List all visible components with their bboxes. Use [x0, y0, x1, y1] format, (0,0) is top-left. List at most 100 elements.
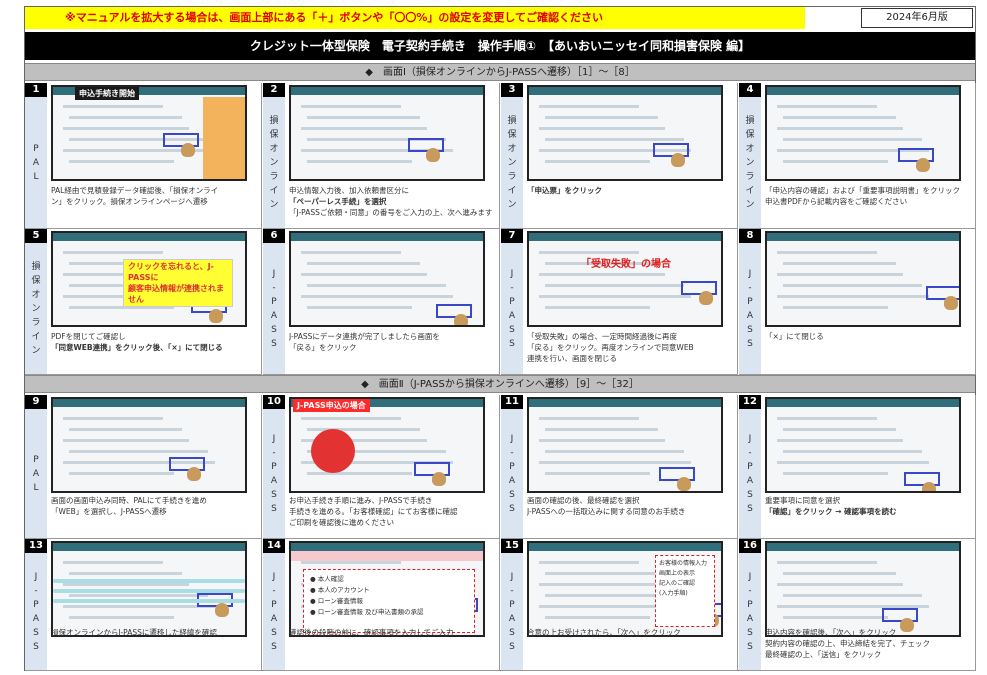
screenshot-header-bar: [291, 87, 483, 95]
step-caption: 損保オンラインからJ-PASSに遷移した経緯を確認: [51, 627, 257, 638]
screenshot-text-line: [539, 273, 665, 276]
step-caption: お申込手続き手順に進み、J-PASSで手続き 手続きを進める。「お客様確認」にてお…: [289, 495, 495, 528]
step-number: 1: [25, 83, 47, 97]
system-label-char: -: [34, 585, 38, 596]
system-label-char: -: [510, 282, 514, 293]
system-label-char: J: [510, 571, 514, 582]
system-label-char: オ: [31, 289, 41, 300]
screenshot-text-line: [69, 428, 182, 431]
system-label-char: S: [33, 641, 39, 652]
caption-line: 「確認」をクリック → 確認事項を読む: [765, 507, 897, 516]
fail-heading: 「受取失敗」の場合: [581, 259, 671, 270]
confirmation-item: ● 本人のアカウント: [310, 586, 370, 594]
screenshot-text-line: [307, 262, 420, 265]
caption-line: 画面の画面申込み同時、PALにて手続きを進め: [51, 496, 207, 505]
system-label-char: P: [747, 599, 753, 610]
screenshot-text-line: [539, 295, 691, 298]
screenshot-text-line: [539, 461, 691, 464]
screenshot-text-line: [545, 138, 684, 141]
step-tag: J-PASS申込の場合: [293, 399, 370, 412]
system-label-char: A: [746, 475, 754, 486]
screenshot-text-line: [307, 472, 412, 475]
system-label-char: P: [33, 454, 39, 465]
system-label-char: イ: [269, 185, 279, 196]
system-label-char: S: [271, 627, 277, 638]
step-screenshot: [527, 397, 723, 493]
section-header-1: ◆ 画面Ⅰ（損保オンラインからJ-PASSへ遷移）［1］～［8］: [25, 63, 975, 81]
step-caption: 確認後の段階の前に、確認事項を入力してご入力: [289, 627, 495, 638]
caption-line: 手続きを進める。「お客様確認」にてお客様に確認: [289, 507, 458, 516]
system-label-char: S: [747, 503, 753, 514]
step-system-label: J-PASS: [739, 243, 761, 374]
system-label-char: P: [509, 599, 515, 610]
caption-line: 申込情報入力後、加入依頼書区分に: [289, 186, 409, 195]
system-label-char: S: [509, 324, 515, 335]
screenshot-text-line: [777, 105, 877, 108]
system-label-char: A: [746, 613, 754, 624]
step-cell-5: 5 損保オンラインクリックを忘れると、J-PASSに 顧客申込情報が連携されません P…: [25, 229, 262, 375]
screenshot-text-line: [539, 583, 665, 586]
caption-line: 申込書PDFから記載内容をご確認ください: [765, 197, 908, 206]
screenshot-text-line: [545, 572, 658, 575]
system-label-char: J: [510, 433, 514, 444]
screenshot-text-line: [301, 273, 427, 276]
callout-line: 画面上の表示: [659, 570, 696, 577]
system-label-char: S: [747, 324, 753, 335]
step-screenshot: [51, 397, 247, 493]
system-label-char: P: [271, 599, 277, 610]
caption-line: 「戻る」をクリック。再度オンラインで同意WEB: [527, 343, 694, 352]
step-number: 3: [501, 83, 523, 97]
caption-line: 連携を行い、画面を閉じる: [527, 354, 617, 363]
system-label-char: -: [272, 282, 276, 293]
system-label-char: S: [271, 641, 277, 652]
step-system-label: 損保オンライン: [739, 97, 761, 228]
screenshot-text-line: [301, 561, 401, 564]
hand-pointer-icon: [916, 158, 930, 172]
screenshot-text-line: [545, 284, 684, 287]
step-number: 10: [263, 395, 285, 409]
system-label-char: S: [509, 338, 515, 349]
date-label: 2024年6月版: [861, 8, 973, 28]
system-label-char: S: [747, 627, 753, 638]
step-number: 14: [263, 539, 285, 553]
screenshot-text-line: [777, 583, 903, 586]
hand-pointer-icon: [677, 477, 691, 491]
step-caption: 画面の確認の後、最終確認を選択 J-PASSへの一括取込みに関する同意のお手続き: [527, 495, 733, 517]
screenshot-text-line: [307, 160, 412, 163]
system-label-char: A: [508, 475, 516, 486]
system-label-char: A: [32, 468, 40, 479]
decorative-wave: [53, 579, 245, 583]
screenshot-text-line: [545, 160, 650, 163]
step-cell-10: 10 J - P A S S J-PASS申込の場合 お申込手続き手順に進み、J-PASSで手続…: [263, 395, 500, 539]
system-label-char: S: [509, 641, 515, 652]
system-label-char: P: [747, 461, 753, 472]
caption-line: 「同意WEB連携」をクリック後、「×」にて閉じる: [51, 343, 223, 352]
caption-line: 契約内容の確認の上、申込締結を完了、チェック: [765, 639, 930, 648]
screenshot-text-line: [783, 116, 896, 119]
screenshot-text-line: [545, 116, 658, 119]
screenshot-text-line: [539, 105, 639, 108]
step-screenshot: [765, 85, 961, 181]
system-label-char: 保: [31, 275, 41, 286]
screenshot-text-line: [777, 251, 877, 254]
screenshot-text-line: [545, 616, 650, 619]
system-label-char: ラ: [269, 171, 279, 182]
step-system-label: J-PASS: [501, 243, 523, 374]
system-label-char: P: [271, 461, 277, 472]
step-number: 2: [263, 83, 285, 97]
screenshot-header-bar: [529, 233, 721, 241]
screenshot-text-line: [307, 116, 420, 119]
screenshot-text-line: [783, 160, 888, 163]
system-label-char: P: [33, 143, 39, 154]
screenshot-header-bar: [529, 543, 721, 551]
screenshot-text-line: [69, 450, 208, 453]
system-label-char: S: [271, 338, 277, 349]
system-label-char: ン: [507, 157, 517, 168]
step-screenshot: お客様の情報入力 画面上の表示 記入のご確認 (入力手順): [527, 541, 723, 637]
system-label-char: -: [748, 585, 752, 596]
callout-box: お客様の情報入力 画面上の表示 記入のご確認 (入力手順): [655, 555, 715, 627]
system-label-char: P: [271, 296, 277, 307]
screenshot-text-line: [777, 561, 877, 564]
screenshot-text-line: [69, 616, 174, 619]
warning-note-line: クリックを忘れると、J-PASSに: [128, 262, 214, 282]
